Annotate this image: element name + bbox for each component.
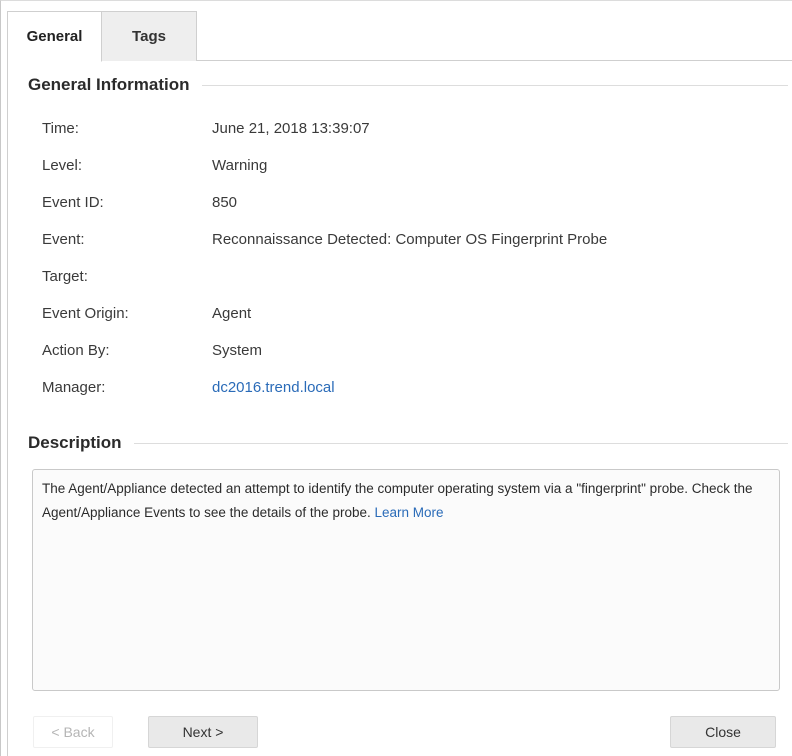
tab-strip: General Tags xyxy=(7,11,792,62)
action-by-label: Action By: xyxy=(42,342,110,359)
event-label: Event: xyxy=(42,231,85,248)
level-label: Level: xyxy=(42,157,83,174)
tab-general[interactable]: General xyxy=(7,11,102,62)
learn-more-link[interactable]: Learn More xyxy=(375,505,444,520)
description-box: The Agent/Appliance detected an attempt … xyxy=(32,469,780,691)
manager-label: Manager: xyxy=(42,379,106,396)
event-origin-value: Agent xyxy=(212,305,252,322)
action-by-value: System xyxy=(212,342,263,359)
time-value: June 21, 2018 13:39:07 xyxy=(212,120,370,137)
event-properties-window: General Tags General Information Time: J… xyxy=(0,0,792,756)
next-button[interactable]: Next > xyxy=(148,716,258,748)
event-origin-label: Event Origin: xyxy=(42,305,129,322)
general-information-title: General Information xyxy=(28,75,190,94)
level-value: Warning xyxy=(212,157,268,174)
target-label: Target: xyxy=(42,268,88,285)
event-id-value: 850 xyxy=(212,194,238,211)
section-divider xyxy=(201,84,788,86)
description-title: Description xyxy=(28,433,122,452)
time-label: Time: xyxy=(42,120,79,137)
event-value: Reconnaissance Detected: Computer OS Fin… xyxy=(212,231,608,248)
general-information-header: General Information xyxy=(28,75,788,95)
tab-tags[interactable]: Tags xyxy=(102,11,197,61)
manager-link[interactable]: dc2016.trend.local xyxy=(212,379,335,396)
event-id-label: Event ID: xyxy=(42,194,104,211)
section-divider xyxy=(133,442,788,444)
description-header: Description xyxy=(28,433,788,453)
general-panel: General Information Time: June 21, 2018 … xyxy=(7,61,792,756)
close-button[interactable]: Close xyxy=(670,716,776,748)
back-button[interactable]: < Back xyxy=(33,716,113,748)
